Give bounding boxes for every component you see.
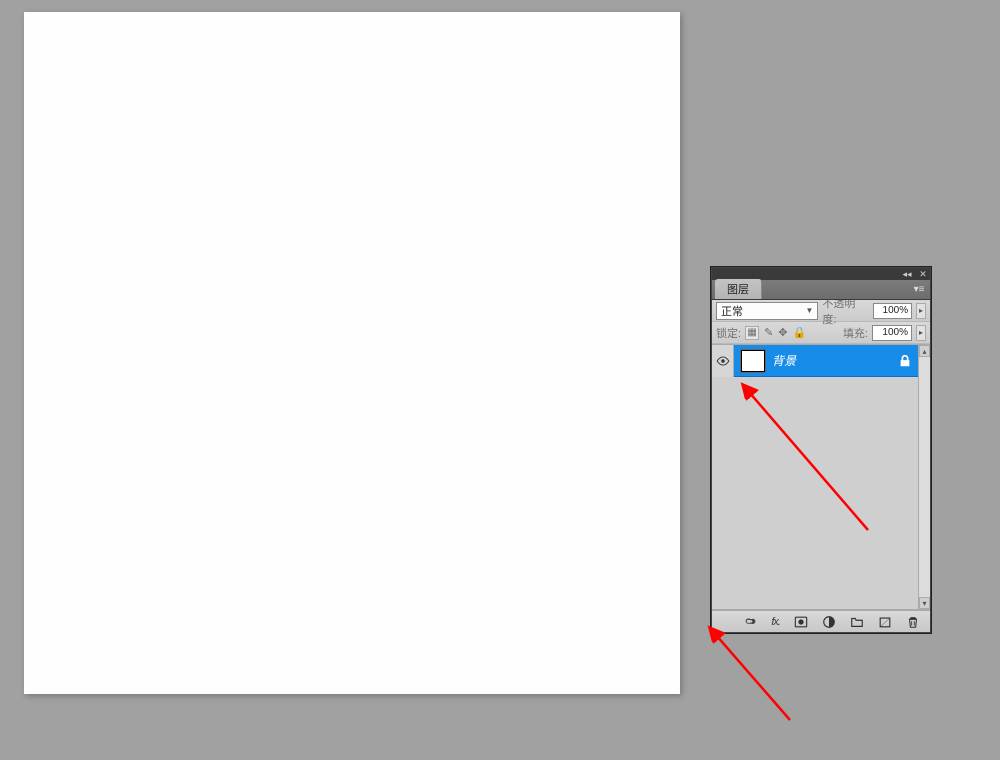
blend-mode-value: 正常 — [721, 303, 743, 319]
adjustment-layer-icon[interactable] — [822, 614, 836, 630]
layer-name[interactable]: 背景 — [772, 352, 898, 369]
document-canvas[interactable] — [24, 12, 680, 694]
layer-fx-icon[interactable]: fx. — [771, 614, 780, 630]
layer-row-background[interactable]: 背景 — [712, 345, 918, 377]
new-layer-icon[interactable] — [878, 614, 892, 630]
opacity-input[interactable]: 100% — [873, 303, 912, 319]
layers-panel: ◂◂ ✕ 图层 ▾≡ 正常 ▼ 不透明度: 100% ▸ 锁定: ▦ ✎ ✥ 🔒… — [711, 267, 931, 633]
blend-opacity-row: 正常 ▼ 不透明度: 100% ▸ — [712, 300, 930, 322]
lock-icon-group: ▦ ✎ ✥ 🔒 — [745, 326, 806, 340]
lock-all-icon[interactable]: 🔒 — [793, 326, 807, 340]
tab-layers[interactable]: 图层 — [715, 279, 762, 299]
link-layers-icon[interactable] — [743, 614, 757, 630]
layer-list: 背景 ▴ ▾ — [712, 344, 930, 610]
tab-label: 图层 — [727, 281, 749, 297]
blend-mode-select[interactable]: 正常 ▼ — [716, 302, 818, 320]
panel-menu-icon[interactable]: ▾≡ — [912, 283, 926, 297]
layer-mask-icon[interactable] — [794, 614, 808, 630]
close-icon[interactable]: ✕ — [918, 269, 928, 280]
panel-tabbar: 图层 ▾≡ — [712, 280, 930, 300]
eye-icon — [716, 356, 730, 366]
layer-thumbnail[interactable] — [740, 349, 766, 373]
lock-fill-row: 锁定: ▦ ✎ ✥ 🔒 填充: 100% ▸ — [712, 322, 930, 344]
lock-position-icon[interactable]: ✥ — [778, 326, 787, 340]
lock-label: 锁定: — [716, 325, 741, 341]
lock-pixels-icon[interactable]: ✎ — [764, 326, 773, 340]
panel-bottom-bar: fx. — [712, 610, 930, 632]
opacity-slider-icon[interactable]: ▸ — [916, 303, 926, 319]
collapse-icon[interactable]: ◂◂ — [902, 269, 912, 280]
delete-layer-icon[interactable] — [906, 614, 920, 630]
fill-slider-icon[interactable]: ▸ — [916, 325, 926, 341]
fill-input[interactable]: 100% — [872, 325, 912, 341]
new-group-icon[interactable] — [850, 614, 864, 630]
fill-label: 填充: — [843, 325, 868, 341]
scroll-up-icon[interactable]: ▴ — [919, 345, 930, 357]
lock-transparent-icon[interactable]: ▦ — [745, 326, 759, 340]
scroll-down-icon[interactable]: ▾ — [919, 597, 930, 609]
chevron-down-icon: ▼ — [805, 306, 813, 315]
layer-visibility-toggle[interactable] — [712, 345, 734, 377]
layer-lock-icon — [898, 354, 912, 368]
layer-list-scrollbar[interactable]: ▴ ▾ — [918, 345, 930, 609]
